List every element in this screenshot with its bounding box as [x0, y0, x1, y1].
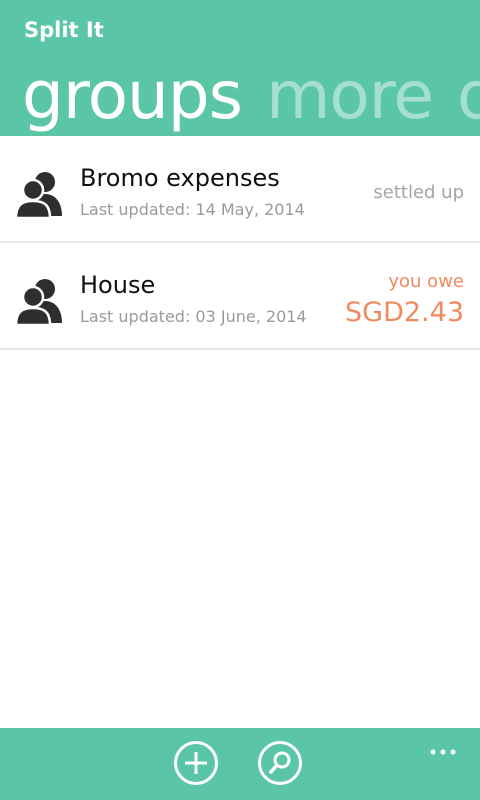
group-last-updated: Last updated: 03 June, 2014 — [80, 307, 307, 326]
groups-list: Bromo expenses Last updated: 14 May, 201… — [0, 136, 480, 350]
tab-groups[interactable]: groups — [22, 57, 243, 134]
group-item-bromo[interactable]: Bromo expenses Last updated: 14 May, 201… — [0, 136, 480, 243]
app-title: Split It — [24, 18, 104, 42]
group-status: you owe — [388, 271, 464, 292]
group-item-house[interactable]: House Last updated: 03 June, 2014 you ow… — [0, 243, 480, 350]
tab-next-partial[interactable]: d — [457, 57, 480, 134]
search-icon — [269, 751, 291, 774]
group-status: settled up — [373, 182, 464, 203]
pivot-tabs: groups more d — [22, 56, 480, 136]
group-amount-owed: SGD2.43 — [345, 297, 464, 328]
group-last-updated: Last updated: 14 May, 2014 — [80, 200, 305, 219]
tab-more[interactable]: more — [266, 57, 434, 134]
group-name: Bromo expenses — [80, 164, 280, 192]
search-button[interactable] — [258, 741, 302, 785]
group-people-icon — [14, 168, 66, 220]
app-screen: Split It groups more d Bromo expenses La… — [0, 0, 480, 800]
app-bar — [0, 728, 480, 800]
add-group-button[interactable] — [174, 741, 218, 785]
group-people-icon — [14, 275, 66, 327]
add-circle-icon — [185, 752, 207, 774]
ellipsis-icon[interactable] — [430, 740, 456, 755]
group-name: House — [80, 271, 156, 299]
header: Split It groups more d — [0, 0, 480, 136]
